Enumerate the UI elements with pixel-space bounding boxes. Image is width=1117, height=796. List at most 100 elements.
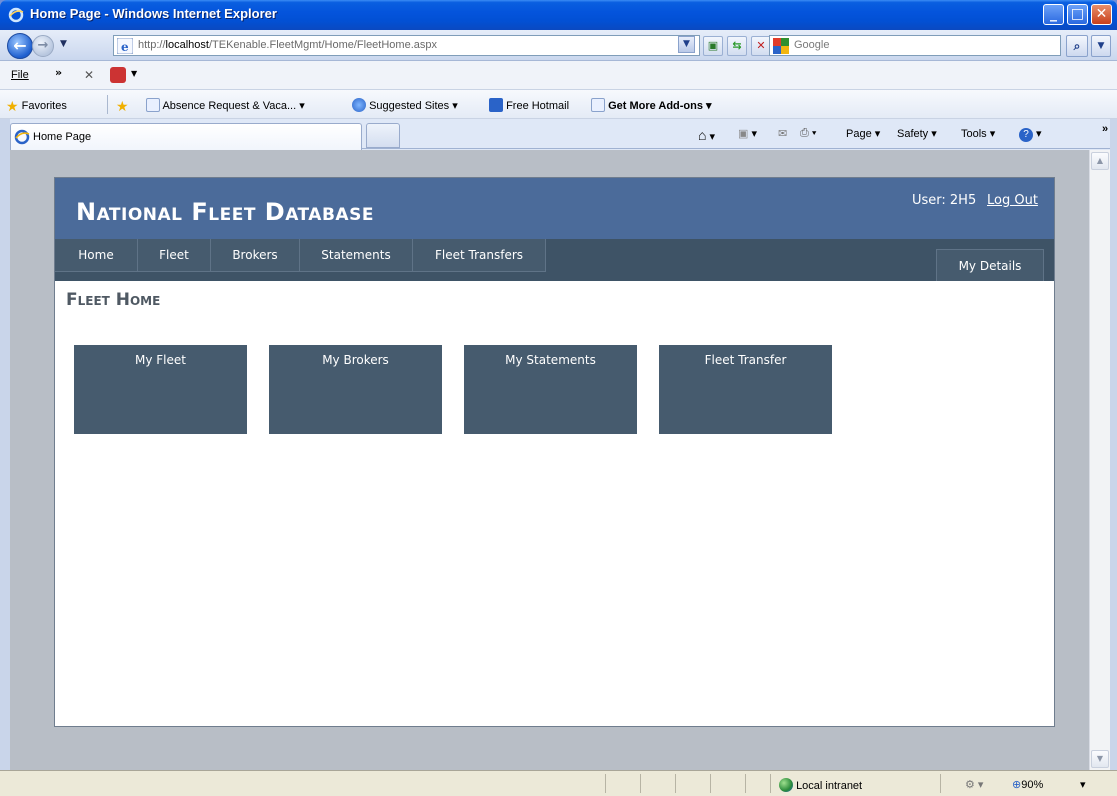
close-toolbar-icon[interactable]: ✕ <box>84 68 94 82</box>
minimize-button[interactable]: _ <box>1043 4 1064 25</box>
nav-fleet-transfers[interactable]: Fleet Transfers <box>413 239 546 272</box>
search-input[interactable]: Google <box>769 35 1061 56</box>
favorite-free-hotmail[interactable]: Free Hotmail <box>489 98 569 112</box>
minimize-icon: _ <box>1050 6 1057 22</box>
mail-icon: ✉ <box>778 128 788 140</box>
site-nav: Home Fleet Brokers Statements Fleet Tran… <box>55 239 1054 281</box>
nav-brokers[interactable]: Brokers <box>211 239 300 272</box>
zoom-dropdown-icon[interactable]: ▾ <box>1080 778 1086 791</box>
status-bar: Local intranet ⚙ ▾ ⊕90% ▾ <box>0 770 1117 796</box>
tab-bar: Home Page ⌂ ▾ ▣ ▾ ✉ ⎙ ▾ Page ▾ Safety ▾ … <box>0 119 1117 150</box>
tab-home-page[interactable]: Home Page <box>10 123 362 150</box>
menu-bar: File » ✕ ▼ <box>0 61 1117 90</box>
nav-home[interactable]: Home <box>55 239 138 272</box>
home-icon: ⌂ <box>698 127 707 143</box>
ie-page-icon <box>591 98 605 112</box>
tile-fleet-transfer[interactable]: Fleet Transfer <box>659 345 832 434</box>
status-divider <box>710 774 711 793</box>
window-title: Home Page - Windows Internet Explorer <box>30 6 277 21</box>
recent-pages-dropdown-icon[interactable]: ▼ <box>60 39 67 49</box>
back-arrow-icon: ← <box>13 36 27 55</box>
print-button[interactable]: ⎙ ▾ <box>800 127 817 140</box>
security-zone[interactable]: Local intranet <box>779 778 862 792</box>
tile-my-fleet[interactable]: My Fleet <box>74 345 247 434</box>
home-button[interactable]: ⌂ ▾ <box>698 127 715 143</box>
intranet-globe-icon <box>779 778 793 792</box>
ie-page-icon <box>146 98 160 112</box>
status-divider <box>770 774 771 793</box>
forward-arrow-icon: → <box>37 38 49 53</box>
menu-file[interactable]: File <box>11 69 29 81</box>
search-options-button[interactable]: ▼ <box>1091 35 1111 57</box>
help-button[interactable]: ? ▾ <box>1019 127 1042 142</box>
safety-menu[interactable]: Safety ▾ <box>897 127 937 140</box>
favorites-button[interactable]: ★ Favorites <box>6 98 67 115</box>
ie-tab-icon <box>14 129 30 145</box>
feeds-icon: ▣ <box>738 128 749 140</box>
status-divider <box>675 774 676 793</box>
tile-my-brokers[interactable]: My Brokers <box>269 345 442 434</box>
suggested-sites-icon <box>352 98 366 112</box>
user-label: User: 2H5 <box>912 193 977 208</box>
page-ie-icon: e <box>117 38 133 54</box>
page-title: Fleet Home <box>66 290 161 310</box>
zoom-button[interactable]: ⊕90% <box>1012 778 1043 791</box>
address-input[interactable]: e http://localhost/TEKenable.FleetMgmt/H… <box>113 35 700 56</box>
close-icon: ✕ <box>1095 6 1108 22</box>
tab-title: Home Page <box>33 131 92 143</box>
maximize-icon: □ <box>1070 6 1085 22</box>
forward-button[interactable]: → <box>32 35 54 57</box>
nav-statements[interactable]: Statements <box>300 239 413 272</box>
favorite-suggested-sites[interactable]: Suggested Sites ▾ <box>352 98 458 112</box>
ie-logo-icon <box>8 7 24 23</box>
search-placeholder: Google <box>794 39 830 51</box>
site-header: National Fleet Database User: 2H5 Log Ou… <box>55 178 1054 239</box>
logout-link[interactable]: Log Out <box>987 193 1038 208</box>
protected-mode-button[interactable]: ⚙ ▾ <box>965 778 983 791</box>
address-toolbar: ← → ▼ e http://localhost/TEKenable.Fleet… <box>0 30 1117 61</box>
back-button[interactable]: ← <box>7 33 33 59</box>
page-viewport: National Fleet Database User: 2H5 Log Ou… <box>10 150 1089 770</box>
compatibility-view-button[interactable]: ▣ <box>703 36 723 56</box>
maximize-button[interactable]: □ <box>1067 4 1088 25</box>
pdf-icon[interactable] <box>110 67 126 83</box>
title-bar: Home Page - Windows Internet Explorer _ … <box>0 0 1117 30</box>
print-icon: ⎙ <box>800 127 809 139</box>
stop-button[interactable]: ✕ <box>751 36 771 56</box>
feeds-button[interactable]: ▣ ▾ <box>738 127 757 140</box>
favorite-get-addons[interactable]: Get More Add-ons ▾ <box>591 98 712 112</box>
svg-text:e: e <box>121 40 129 54</box>
tile-my-statements[interactable]: My Statements <box>464 345 637 434</box>
separator <box>107 95 108 114</box>
page-menu[interactable]: Page ▾ <box>846 127 880 140</box>
help-icon: ? <box>1019 128 1033 142</box>
address-dropdown-button[interactable]: ▼ <box>678 36 695 53</box>
command-overflow-chevron[interactable]: » <box>1102 123 1108 135</box>
new-tab-button[interactable] <box>366 123 400 148</box>
favorite-link-absence-request[interactable]: Absence Request & Vaca... ▾ <box>146 98 305 112</box>
window-right-frame <box>1110 119 1117 776</box>
menu-overflow-chevron[interactable]: » <box>55 66 62 79</box>
close-window-button[interactable]: ✕ <box>1091 4 1112 25</box>
scroll-down-button[interactable]: ▼ <box>1091 750 1109 768</box>
tools-menu[interactable]: Tools ▾ <box>961 127 995 140</box>
protected-mode-icon: ⚙ <box>965 779 975 791</box>
hotmail-icon <box>489 98 503 112</box>
vertical-scrollbar[interactable]: ▲ ▼ <box>1089 150 1110 770</box>
window-left-frame <box>0 119 10 776</box>
favorites-star-icon: ★ <box>6 98 19 114</box>
mail-button[interactable]: ✉ <box>778 127 787 140</box>
nav-fleet[interactable]: Fleet <box>138 239 211 272</box>
status-divider <box>940 774 941 793</box>
status-divider <box>745 774 746 793</box>
my-details-button[interactable]: My Details <box>936 249 1044 281</box>
site-container: National Fleet Database User: 2H5 Log Ou… <box>54 177 1055 727</box>
zoom-icon: ⊕ <box>1012 779 1022 791</box>
status-divider <box>605 774 606 793</box>
pdf-dropdown-icon[interactable]: ▼ <box>131 69 137 78</box>
search-button[interactable]: ⌕ <box>1066 35 1088 57</box>
scroll-up-button[interactable]: ▲ <box>1091 152 1109 170</box>
refresh-button[interactable]: ⇆ <box>727 36 747 56</box>
status-divider <box>640 774 641 793</box>
add-favorite-icon[interactable]: ★ <box>116 98 129 115</box>
